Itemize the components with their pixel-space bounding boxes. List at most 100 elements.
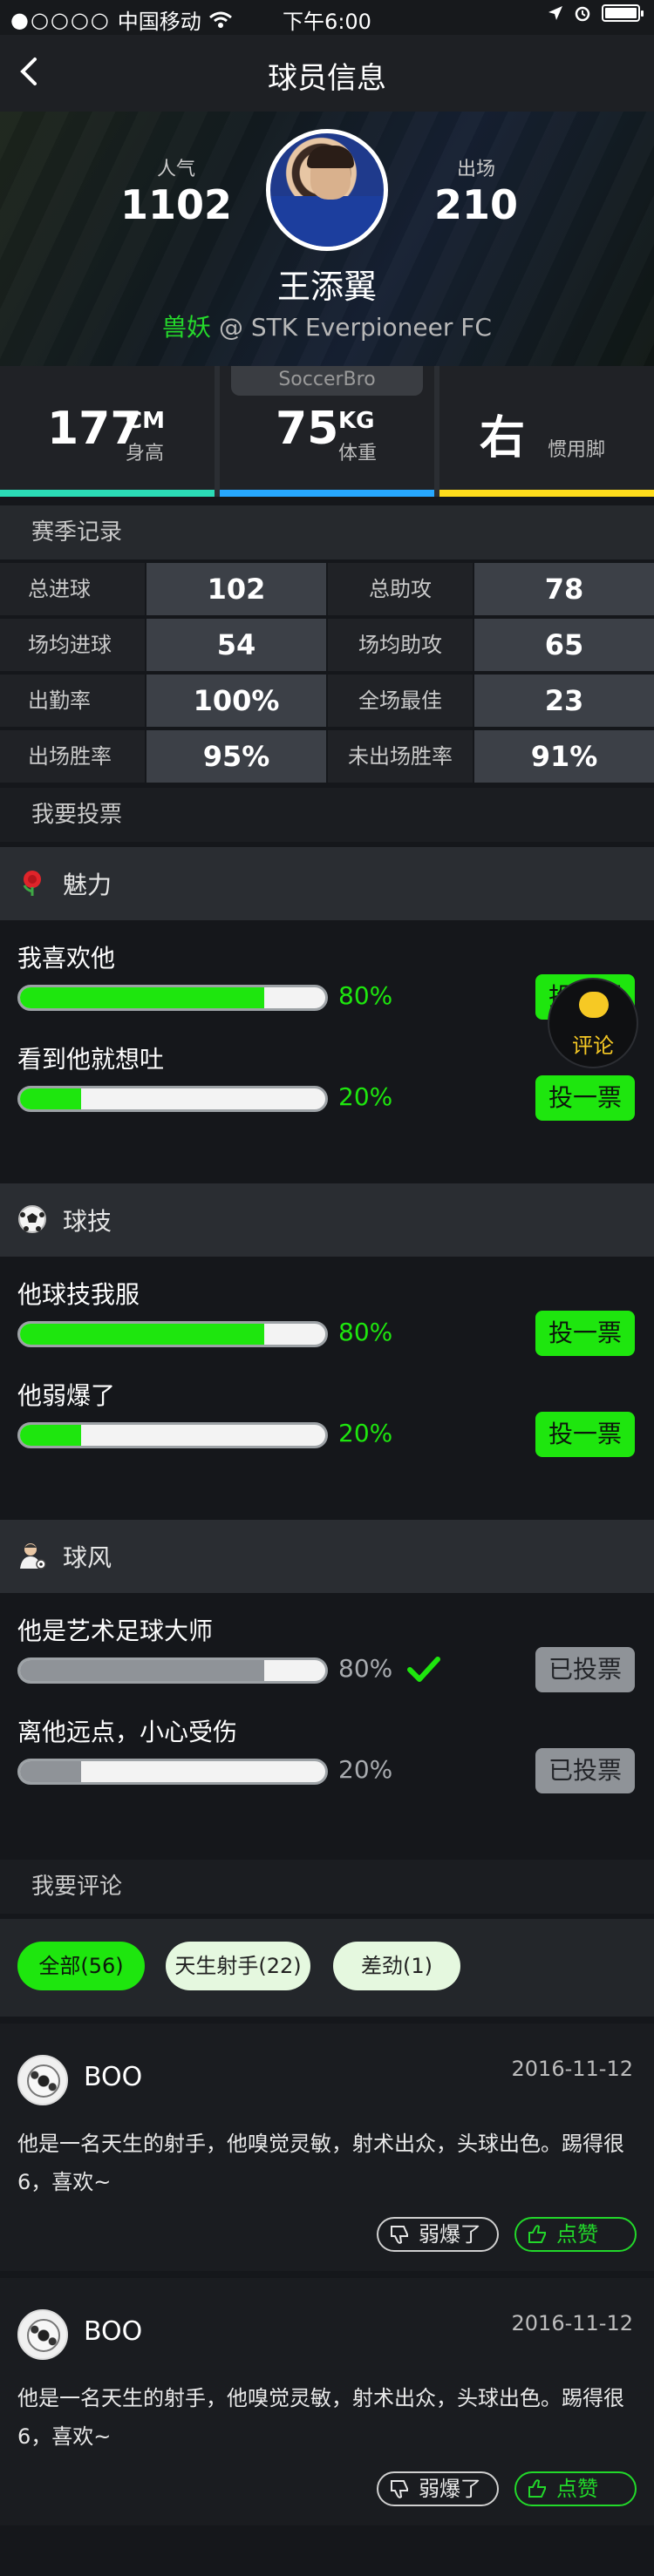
vote-percentage: 80% — [338, 1654, 393, 1683]
like-button[interactable]: 点赞 — [514, 2217, 637, 2252]
voted-button[interactable]: 已投票 — [535, 1647, 635, 1692]
stat-label: 场均助攻 — [328, 619, 473, 671]
rose-icon — [23, 871, 41, 896]
vote-progress-fill — [20, 1324, 264, 1345]
vote-percentage: 80% — [338, 981, 393, 1010]
weight-label: 体重 — [338, 443, 378, 464]
comment-filters: 全部(56) 天生射手(22) 差劲(1) — [0, 1919, 654, 2017]
filter-chip-all[interactable]: 全部(56) — [17, 1942, 145, 1990]
vote-percentage: 20% — [338, 1082, 393, 1111]
vote-button[interactable]: 投一票 — [535, 1075, 635, 1121]
vote-progress-bar — [17, 1422, 328, 1448]
like-label: 点赞 — [556, 2477, 598, 2501]
dislike-button[interactable]: 弱爆了 — [377, 2471, 499, 2506]
vote-option-label: 看到他就想吐 — [17, 1045, 165, 1074]
foot-value: 右 — [480, 412, 526, 464]
comment-text: 他是一名天生的射手，他嗅觉灵敏，射术出众，头球出色。踢得很6，喜欢~ — [17, 2132, 624, 2194]
player-subtitle: 兽妖 @ STK Everpioneer FC — [0, 308, 654, 343]
vote-progress-fill — [20, 1761, 81, 1782]
stat-label: 出场胜率 — [0, 730, 145, 783]
player-header: 人气 1102 出场 210 王添翼 兽妖 @ STK Everpioneer … — [0, 112, 654, 366]
vote-category-title: 球技 — [63, 1207, 112, 1236]
vote-option-label: 他球技我服 — [17, 1280, 140, 1309]
foot-label: 惯用脚 — [548, 439, 606, 461]
stat-label: 未出场胜率 — [328, 730, 473, 783]
appearances-value: 210 — [433, 181, 519, 228]
checkmark-icon — [407, 1657, 440, 1682]
vote-progress-fill — [20, 1660, 264, 1681]
avatar — [17, 2309, 68, 2360]
vote-progress-bar — [17, 1321, 328, 1347]
vote-progress-fill — [20, 1425, 81, 1446]
vote-progress-bar — [17, 985, 328, 1011]
foot-card: 右 惯用脚 — [439, 366, 654, 497]
vote-percentage: 80% — [338, 1318, 393, 1346]
like-label: 点赞 — [556, 2222, 598, 2247]
nav-bar: 球员信息 — [0, 35, 654, 112]
status-bar: ●○○○○ 中国移动 下午6:00 — [0, 0, 654, 35]
player-avatar — [266, 129, 388, 251]
comment-item: BOO 2016-11-12 他是一名天生的射手，他嗅觉灵敏，射术出众，头球出色… — [0, 2278, 654, 2525]
vote-option: 离他远点，小心受伤 20% 已投票 — [0, 1713, 654, 1814]
stat-value: 23 — [474, 675, 654, 727]
popularity-value: 1102 — [119, 181, 233, 228]
location-icon — [548, 6, 562, 20]
vote-progress-bar — [17, 1657, 328, 1684]
filter-chip-poor[interactable]: 差劲(1) — [333, 1942, 460, 1990]
status-right — [548, 4, 644, 22]
stat-value: 65 — [474, 619, 654, 671]
comment-username: BOO — [84, 2062, 143, 2092]
vote-option: 他弱爆了 20% 投一票 — [0, 1377, 654, 1478]
vote-category-skill: 球技 — [0, 1183, 654, 1257]
stat-label: 出勤率 — [0, 675, 145, 727]
vote-option: 他是艺术足球大师 80% 已投票 — [0, 1612, 654, 1713]
comment-username: BOO — [84, 2316, 143, 2347]
vote-category-title: 球风 — [63, 1543, 112, 1572]
like-button[interactable]: 点赞 — [514, 2471, 637, 2506]
brand-badge: SoccerBro — [231, 366, 423, 396]
height-unit: CM — [126, 408, 165, 434]
stats-row: 出勤率 100% 全场最佳 23 — [0, 675, 654, 730]
dislike-label: 弱爆了 — [419, 2222, 481, 2247]
dislike-label: 弱爆了 — [419, 2477, 481, 2501]
thumbs-up-icon — [528, 2479, 546, 2498]
height-accent-bar — [0, 490, 215, 497]
filter-chip-shooter[interactable]: 天生射手(22) — [166, 1942, 310, 1990]
voted-button[interactable]: 已投票 — [535, 1748, 635, 1793]
stats-row: 总进球 102 总助攻 78 — [0, 563, 654, 619]
stat-value: 102 — [146, 563, 326, 615]
vote-button[interactable]: 投一票 — [535, 1412, 635, 1457]
stats-row: 场均进球 54 场均助攻 65 — [0, 619, 654, 675]
player-icon — [20, 1543, 46, 1569]
vote-percentage: 20% — [338, 1419, 393, 1447]
comment-fab-button[interactable]: 评论 — [549, 980, 637, 1067]
stat-label: 场均进球 — [0, 619, 145, 671]
stat-value: 54 — [146, 619, 326, 671]
vote-option: 他球技我服 80% 投一票 — [0, 1276, 654, 1377]
stats-row: 出场胜率 95% 未出场胜率 91% — [0, 730, 654, 786]
player-nickname: 兽妖 — [162, 313, 212, 342]
foot-accent-bar — [439, 490, 654, 497]
vote-section-title: 我要投票 — [0, 788, 654, 842]
soccer-ball-icon — [27, 2064, 60, 2098]
alarm-icon — [575, 6, 590, 22]
comment-fab-label: 评论 — [572, 1034, 614, 1058]
vote-button[interactable]: 投一票 — [535, 1311, 635, 1356]
vote-category-title: 魅力 — [63, 871, 112, 899]
stat-value: 100% — [146, 675, 326, 727]
vote-progress-fill — [20, 987, 264, 1008]
comment-text: 他是一名天生的射手，他嗅觉灵敏，射术出众，头球出色。踢得很6，喜欢~ — [17, 2386, 624, 2449]
vote-option-label: 他弱爆了 — [17, 1381, 116, 1410]
comment-item: BOO 2016-11-12 他是一名天生的射手，他嗅觉灵敏，射术出众，头球出色… — [0, 2024, 654, 2271]
vote-percentage: 20% — [338, 1755, 393, 1784]
vote-option-label: 我喜欢他 — [17, 944, 116, 973]
thumbs-down-icon — [391, 2226, 408, 2244]
weight-unit: KG — [338, 408, 375, 434]
stat-label: 总助攻 — [328, 563, 473, 615]
dislike-button[interactable]: 弱爆了 — [377, 2217, 499, 2252]
vote-option-label: 离他远点，小心受伤 — [17, 1718, 238, 1746]
vote-progress-fill — [20, 1088, 81, 1109]
appearances-label: 出场 — [456, 159, 495, 180]
season-stats: 总进球 102 总助攻 78 场均进球 54 场均助攻 65 出勤率 100% … — [0, 563, 654, 786]
weight-accent-bar — [220, 490, 434, 497]
